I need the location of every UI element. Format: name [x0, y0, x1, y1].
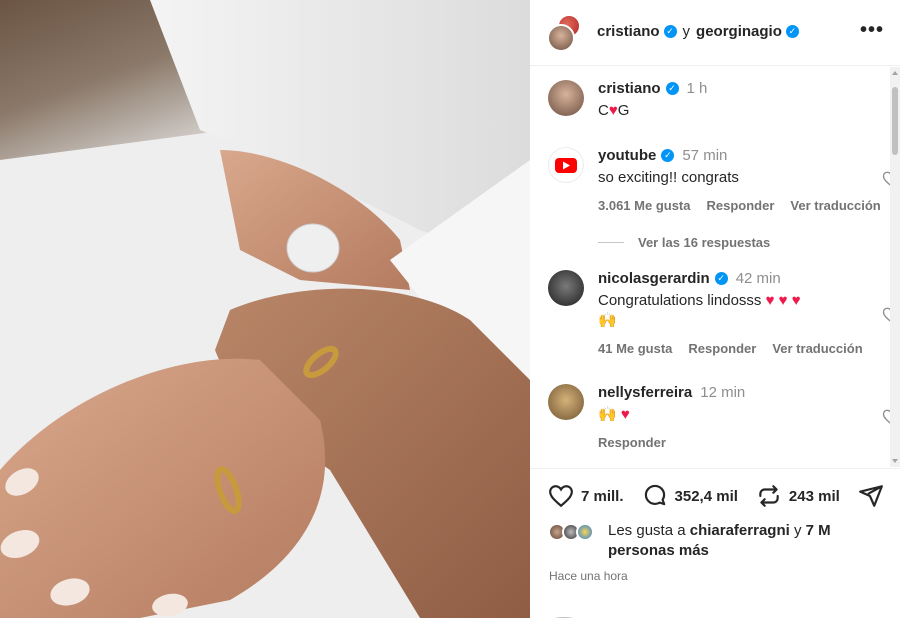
send-icon — [858, 485, 883, 507]
comment-text-content: Congratulations lindosss — [598, 292, 762, 309]
translate-button[interactable]: Ver traducción — [790, 198, 880, 213]
comments-count: 352,4 mil — [674, 487, 738, 505]
heart-emoji-icon: ♥ ♥ ♥ — [765, 292, 801, 309]
comment-icon — [644, 484, 665, 506]
comment-time: 12 min — [700, 384, 746, 401]
liked-by-text: Les gusta a chiaraferragni y 7 M persona… — [608, 521, 888, 561]
username-georginagio[interactable]: georginagio — [696, 23, 782, 40]
liked-by-row: Les gusta a chiaraferragni y 7 M persona… — [548, 521, 888, 561]
verified-icon: ✓ — [714, 272, 728, 285]
repost-button[interactable]: 243 mil — [756, 483, 840, 509]
post-timestamp[interactable]: Hace una hora — [549, 569, 628, 583]
header-connector: y — [682, 23, 691, 40]
verified-icon: ✓ — [661, 149, 675, 162]
comments-scrollbar[interactable] — [890, 67, 900, 467]
post-actions: 7 mill. 352,4 mil 243 mil Les gusta a ch… — [530, 468, 900, 618]
share-button[interactable] — [858, 483, 884, 509]
avatar[interactable] — [548, 384, 584, 420]
caption-text: C♥G — [598, 101, 868, 121]
post-panel: cristiano ✓ y georginagio ✓ ••• cristian… — [530, 0, 900, 618]
liked-by-user[interactable]: chiaraferragni — [690, 522, 790, 539]
caption-letter-g: G — [617, 102, 630, 119]
repost-icon — [759, 485, 779, 507]
comments-list: cristiano ✓ 1 h C♥G youtube ✓ 57 min so … — [530, 67, 900, 467]
verified-icon: ✓ — [785, 25, 799, 38]
scrollbar-thumb[interactable] — [892, 87, 898, 155]
scroll-down-arrow-icon[interactable] — [892, 459, 898, 463]
collab-avatars[interactable] — [547, 14, 583, 52]
reposts-count: 243 mil — [788, 487, 840, 505]
liked-by-connector: y — [793, 522, 802, 539]
comment-username[interactable]: nicolasgerardin — [598, 270, 710, 287]
comment-button[interactable]: 352,4 mil — [642, 483, 738, 509]
liked-by-prefix: Les gusta a — [608, 522, 686, 539]
avatar-cristiano[interactable] — [547, 24, 575, 52]
wedding-rings-photo — [0, 0, 530, 618]
reply-button[interactable]: Responder — [688, 341, 756, 356]
username-cristiano[interactable]: cristiano — [597, 23, 660, 40]
raised-hands-emoji-icon: 🙌 — [598, 406, 617, 423]
caption-letter-c: C — [598, 102, 609, 119]
translate-button[interactable]: Ver traducción — [772, 341, 862, 356]
comment-username[interactable]: youtube — [598, 147, 656, 164]
heart-icon — [549, 485, 573, 508]
verified-icon: ✓ — [665, 82, 679, 95]
post-header: cristiano ✓ y georginagio ✓ ••• — [530, 0, 900, 66]
heart-emoji-icon: ♥ — [620, 406, 630, 423]
heart-emoji-icon: ♥ — [608, 102, 618, 119]
raised-hands-emoji-icon: 🙌 — [598, 312, 617, 329]
comment-likes[interactable]: 3.061 Me gusta — [598, 198, 691, 213]
avatar-youtube[interactable] — [548, 147, 584, 183]
comment-likes[interactable]: 41 Me gusta — [598, 341, 672, 356]
verified-icon: ✓ — [663, 25, 677, 38]
comment-text: 🙌 ♥ — [598, 405, 868, 425]
comment-time: 42 min — [735, 270, 781, 287]
mini-avatar — [576, 523, 594, 541]
replies-divider — [598, 242, 624, 243]
more-options-button[interactable]: ••• — [860, 20, 884, 40]
comment-username[interactable]: nellysferreira — [598, 384, 692, 401]
caption-username[interactable]: cristiano — [598, 80, 661, 97]
view-replies-button[interactable]: Ver las 16 respuestas — [598, 235, 770, 250]
scroll-up-arrow-icon[interactable] — [892, 71, 898, 75]
like-button[interactable]: 7 mill. — [548, 483, 624, 509]
comment-text: Congratulations lindosss ♥ ♥ ♥ 🙌 — [598, 291, 868, 331]
comment-time: 57 min — [682, 147, 728, 164]
youtube-logo-icon — [555, 158, 577, 173]
avatar[interactable] — [548, 80, 584, 116]
liked-by-avatars[interactable] — [548, 521, 598, 541]
post-photo[interactable] — [0, 0, 530, 618]
reply-button[interactable]: Responder — [598, 435, 666, 450]
avatar[interactable] — [548, 270, 584, 306]
comment-text: so exciting!! congrats — [598, 169, 739, 186]
view-replies-label: Ver las 16 respuestas — [638, 235, 771, 250]
reply-button[interactable]: Responder — [707, 198, 775, 213]
header-usernames: cristiano ✓ y georginagio ✓ — [597, 23, 799, 40]
caption-time: 1 h — [686, 80, 708, 97]
likes-count: 7 mill. — [581, 487, 624, 505]
